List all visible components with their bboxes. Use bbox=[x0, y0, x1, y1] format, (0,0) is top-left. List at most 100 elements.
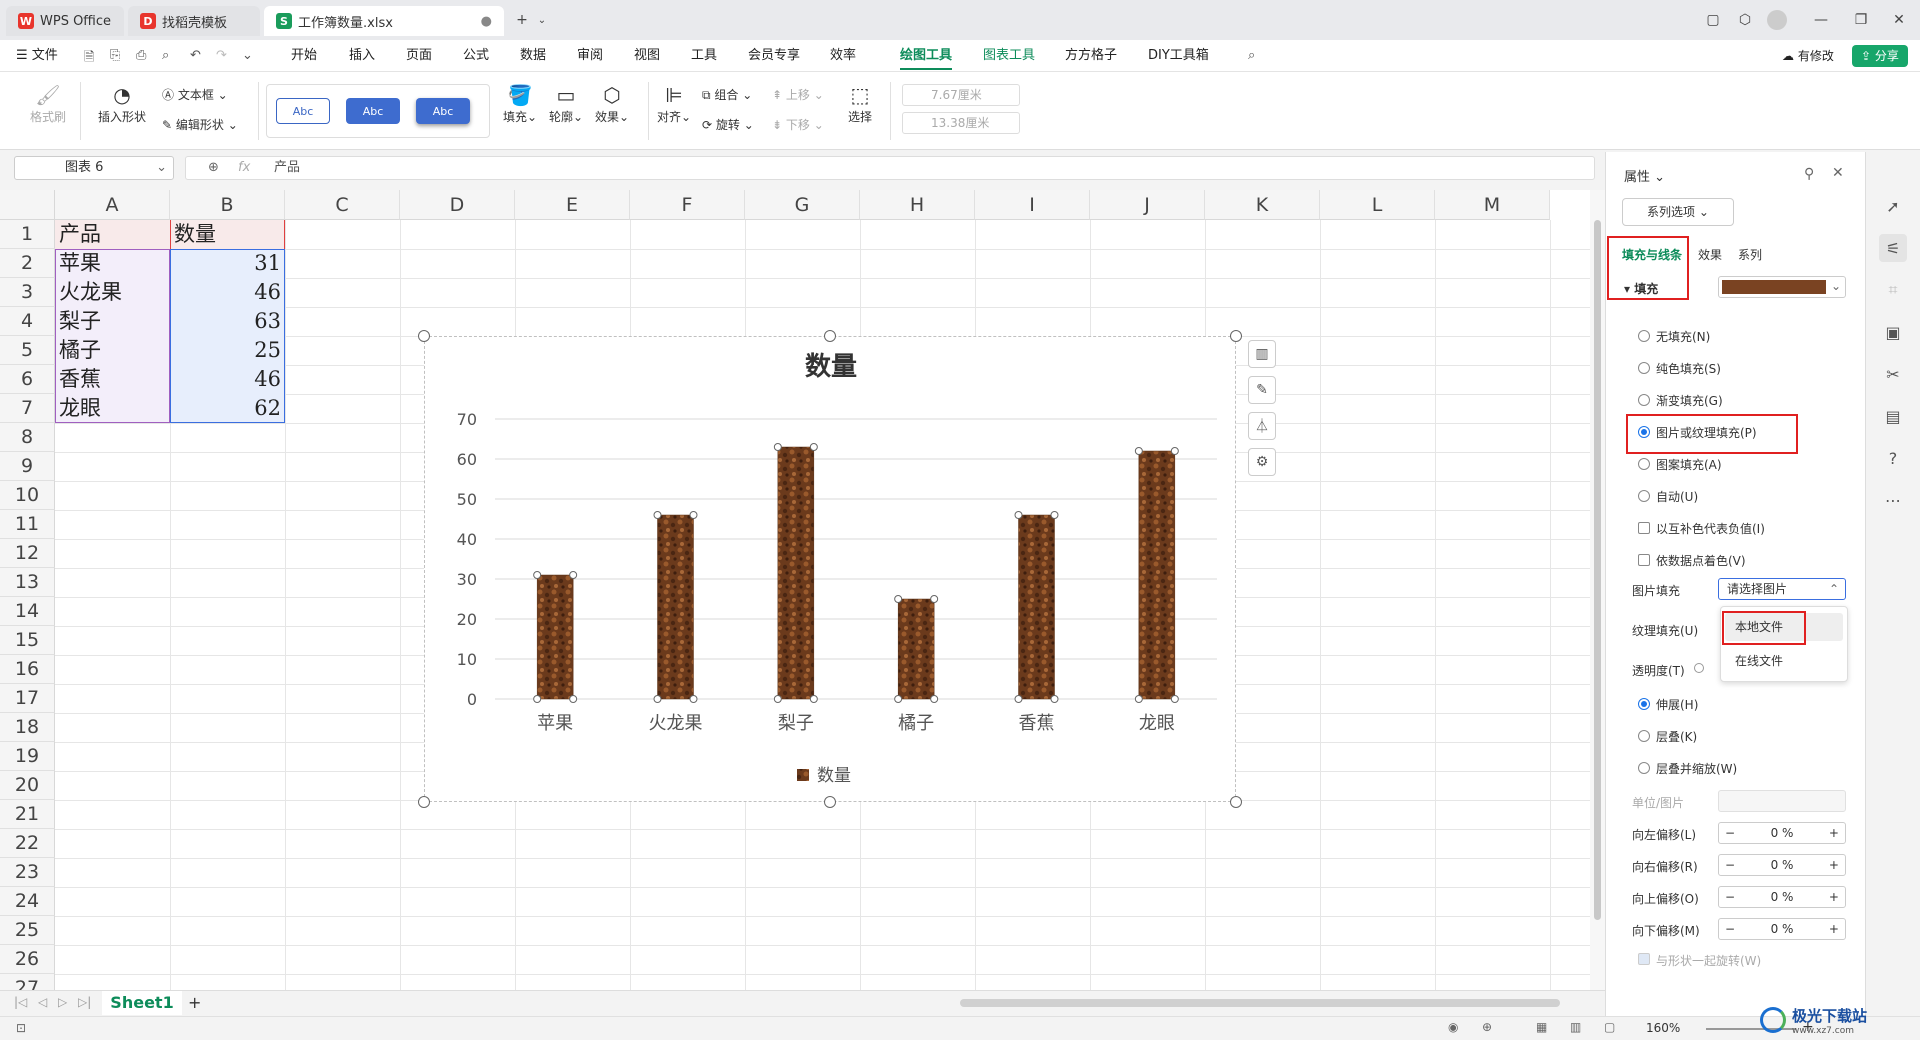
move-up-button[interactable]: ⇞ 上移 ⌄ bbox=[772, 86, 824, 103]
undo-icon[interactable]: ↶ bbox=[190, 48, 201, 63]
row-header[interactable]: 13 bbox=[0, 568, 55, 597]
column-header-c[interactable]: C bbox=[285, 190, 400, 220]
menu-drawing-tools[interactable]: 绘图工具 bbox=[900, 40, 953, 72]
page-break-icon[interactable]: ▢ bbox=[1604, 1020, 1615, 1034]
edit-shape-button[interactable]: ✎ 编辑形状 ⌄ bbox=[162, 116, 238, 133]
pin-icon[interactable]: ⚲ bbox=[1804, 166, 1814, 182]
column-header-g[interactable]: G bbox=[745, 190, 860, 220]
resize-handle-bottom-left[interactable] bbox=[418, 796, 430, 808]
next-sheet-icon[interactable]: ▷ bbox=[58, 995, 67, 1009]
product-cell[interactable]: 火龙果 bbox=[55, 278, 170, 307]
menu-diy[interactable]: DIY工具箱 bbox=[1148, 40, 1209, 72]
select-button[interactable]: ⬚ 选择 bbox=[842, 82, 878, 125]
chart-style-brush-icon[interactable]: ✎ bbox=[1248, 376, 1276, 404]
print-preview-icon[interactable]: ⌕ bbox=[162, 48, 169, 63]
chart-elements-icon[interactable]: ▥ bbox=[1248, 340, 1276, 368]
first-sheet-icon[interactable]: |◁ bbox=[14, 995, 27, 1009]
zoom-level[interactable]: 160% bbox=[1646, 1021, 1680, 1035]
offset-stepper[interactable]: − 0 % + bbox=[1718, 918, 1846, 940]
insert-shape-button[interactable]: ◔ 插入形状 bbox=[90, 82, 154, 125]
menu-fangfang[interactable]: 方方格子 bbox=[1065, 40, 1117, 72]
menu-view[interactable]: 视图 bbox=[634, 40, 660, 72]
outline-button[interactable]: ▭ 轮廓⌄ bbox=[546, 82, 586, 125]
option-checkbox[interactable] bbox=[1638, 522, 1650, 534]
quantity-cell[interactable]: 31 bbox=[170, 249, 285, 278]
plus-icon[interactable]: + bbox=[1829, 826, 1839, 840]
tab-effect[interactable]: 效果 bbox=[1698, 246, 1722, 263]
row-header[interactable]: 9 bbox=[0, 452, 55, 481]
column-header-a[interactable]: A bbox=[55, 190, 170, 220]
column-header-b[interactable]: B bbox=[170, 190, 285, 220]
quantity-cell[interactable]: 25 bbox=[170, 336, 285, 365]
row-header[interactable]: 20 bbox=[0, 771, 55, 800]
fill-option-radio[interactable] bbox=[1638, 394, 1650, 406]
picture-fill-select[interactable]: 请选择图片 ⌃ bbox=[1718, 578, 1846, 600]
menu-tools[interactable]: 工具 bbox=[691, 40, 717, 72]
quantity-cell[interactable]: 46 bbox=[170, 365, 285, 394]
row-header[interactable]: 10 bbox=[0, 481, 55, 510]
restore-icon[interactable]: ❐ bbox=[1851, 10, 1871, 30]
prev-sheet-icon[interactable]: ◁ bbox=[38, 995, 47, 1009]
column-header-k[interactable]: K bbox=[1205, 190, 1320, 220]
row-header[interactable]: 11 bbox=[0, 510, 55, 539]
unit-input[interactable] bbox=[1718, 790, 1846, 812]
offset-stepper[interactable]: − 0 % + bbox=[1718, 886, 1846, 908]
menu-chart-tools[interactable]: 图表工具 bbox=[983, 40, 1035, 72]
option-checkbox[interactable] bbox=[1638, 554, 1650, 566]
row-header[interactable]: 15 bbox=[0, 626, 55, 655]
fill-option-radio[interactable] bbox=[1638, 458, 1650, 470]
row-header[interactable]: 16 bbox=[0, 655, 55, 684]
tab-wps-office[interactable]: W WPS Office bbox=[6, 6, 124, 36]
row-header[interactable]: 12 bbox=[0, 539, 55, 568]
redo-icon[interactable]: ↷ bbox=[216, 48, 227, 63]
row-header[interactable]: 4 bbox=[0, 307, 55, 336]
stretch-option-radio[interactable] bbox=[1638, 762, 1650, 774]
menu-page[interactable]: 页面 bbox=[406, 40, 432, 72]
bar[interactable] bbox=[897, 598, 935, 700]
style-fill-button[interactable]: Abc bbox=[346, 98, 400, 124]
panel-title[interactable]: 属性 ⌄ bbox=[1624, 166, 1665, 185]
menu-data[interactable]: 数据 bbox=[520, 40, 546, 72]
resize-handle-bottom[interactable] bbox=[824, 796, 836, 808]
style-shadow-button[interactable]: Abc bbox=[416, 98, 470, 124]
row-header[interactable]: 27 bbox=[0, 974, 55, 990]
resize-handle-top-right[interactable] bbox=[1230, 330, 1242, 342]
menu-review[interactable]: 审阅 bbox=[577, 40, 603, 72]
fill-option-radio[interactable] bbox=[1638, 490, 1650, 502]
minus-icon[interactable]: − bbox=[1725, 826, 1735, 840]
quantity-cell[interactable]: 62 bbox=[170, 394, 285, 423]
formula-input[interactable]: ⊕ fx 产品 bbox=[185, 156, 1595, 180]
close-panel-icon[interactable]: ✕ bbox=[1832, 165, 1844, 181]
offset-stepper[interactable]: − 0 % + bbox=[1718, 822, 1846, 844]
rotate-with-shape-checkbox[interactable] bbox=[1638, 953, 1650, 965]
chevron-down-icon[interactable]: ⌄ bbox=[532, 10, 552, 30]
fill-button[interactable]: 🪣 填充⌄ bbox=[500, 82, 540, 125]
menu-insert[interactable]: 插入 bbox=[349, 40, 375, 72]
last-sheet-icon[interactable]: ▷| bbox=[78, 995, 91, 1009]
align-button[interactable]: ⊫ 对齐⌄ bbox=[654, 82, 694, 125]
book-icon[interactable]: ▤ bbox=[1879, 402, 1907, 430]
row-header[interactable]: 1 bbox=[0, 220, 55, 249]
sheet-tab-sheet1[interactable]: Sheet1 bbox=[102, 991, 182, 1015]
row-header[interactable]: 19 bbox=[0, 742, 55, 771]
column-header-h[interactable]: H bbox=[860, 190, 975, 220]
product-cell[interactable]: 梨子 bbox=[55, 307, 170, 336]
name-box[interactable]: 图表 6 ⌄ bbox=[14, 156, 174, 180]
menu-item-online-file[interactable]: 在线文件 bbox=[1725, 647, 1843, 675]
image-edit-icon[interactable]: ▣ bbox=[1879, 318, 1907, 346]
eye-protection-icon[interactable]: ◉ bbox=[1448, 1020, 1458, 1034]
menu-formula[interactable]: 公式 bbox=[463, 40, 489, 72]
macro-icon[interactable]: ⊡ bbox=[16, 1021, 26, 1035]
column-header-e[interactable]: E bbox=[515, 190, 630, 220]
resize-handle-bottom-right[interactable] bbox=[1230, 796, 1242, 808]
chart-settings-icon[interactable]: ⚙ bbox=[1248, 448, 1276, 476]
stretch-option-radio[interactable] bbox=[1638, 730, 1650, 742]
transparency-slider[interactable] bbox=[1694, 663, 1704, 673]
chart-filter-icon[interactable]: ⏃ bbox=[1248, 412, 1276, 440]
product-cell[interactable]: 龙眼 bbox=[55, 394, 170, 423]
scroll-thumb[interactable] bbox=[1594, 220, 1601, 920]
product-cell[interactable]: 橘子 bbox=[55, 336, 170, 365]
tools-icon[interactable]: ✂ bbox=[1879, 360, 1907, 388]
row-header[interactable]: 24 bbox=[0, 887, 55, 916]
stretch-option-radio[interactable] bbox=[1638, 698, 1650, 710]
